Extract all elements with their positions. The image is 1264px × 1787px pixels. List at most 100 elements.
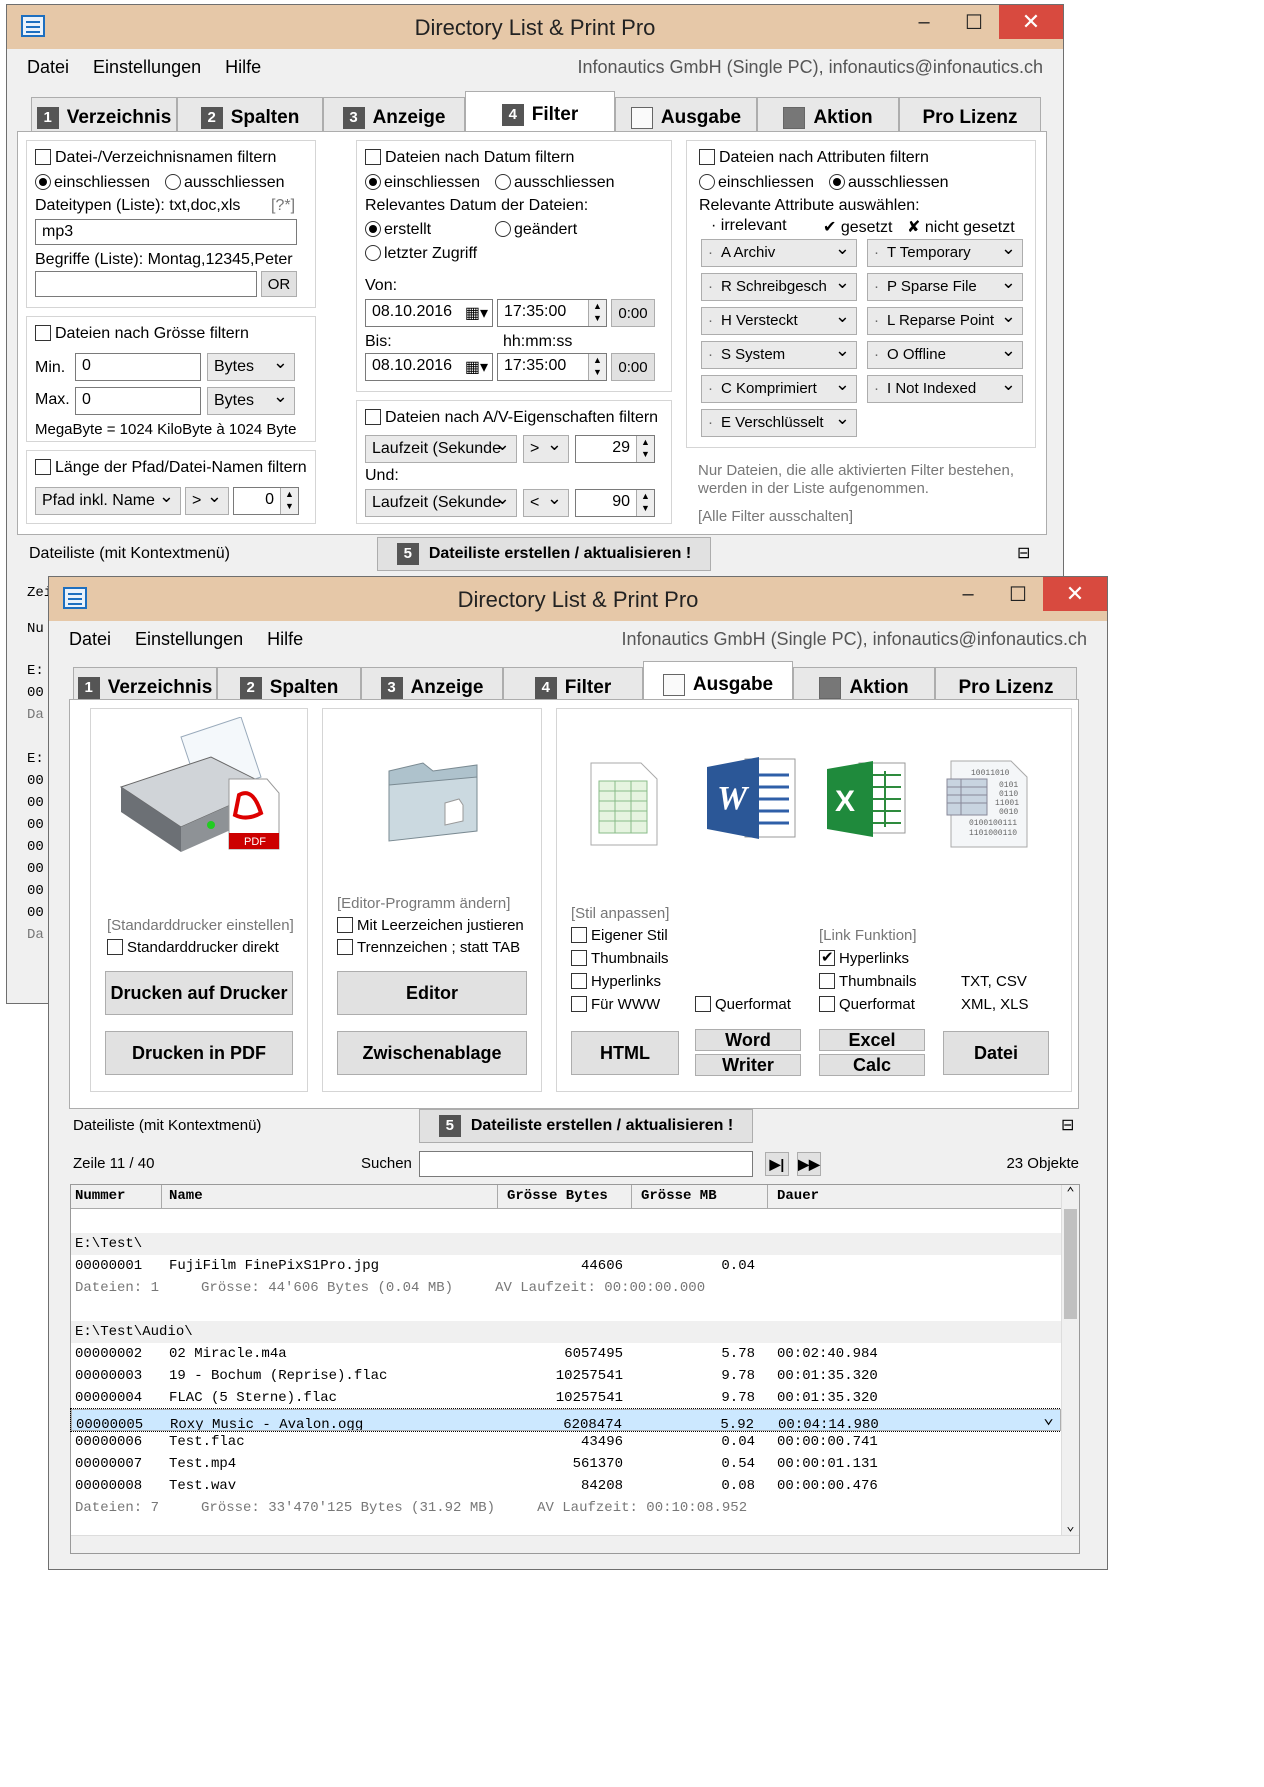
date-filter-checkbox[interactable]: Dateien nach Datum filtern: [365, 149, 574, 167]
find-last-button[interactable]: ▶▶: [797, 1152, 821, 1176]
spinner-icon[interactable]: ▲ ▼: [636, 436, 654, 462]
attr-select-left-1[interactable]: · R Schreibgesch: [701, 273, 857, 301]
av-filter-checkbox[interactable]: Dateien nach A/V-Eigenschaften filtern: [365, 409, 658, 427]
max-unit-select[interactable]: Bytes: [207, 387, 295, 415]
date-include-radio[interactable]: einschliessen: [365, 174, 480, 192]
last-access-radio[interactable]: letzter Zugriff: [365, 245, 477, 263]
spinner-icon[interactable]: ▲ ▼: [280, 488, 298, 514]
spinner-icon[interactable]: ▲ ▼: [588, 354, 606, 380]
create-list-button[interactable]: 5 Dateiliste erstellen / aktualisieren !: [377, 537, 711, 571]
attr-filter-checkbox[interactable]: Dateien nach Attributen filtern: [699, 149, 929, 167]
min-unit-select[interactable]: Bytes: [207, 353, 295, 381]
file-types-input[interactable]: mp3: [35, 219, 297, 245]
max-size-input[interactable]: 0: [75, 387, 201, 415]
path-operator-select[interactable]: >: [185, 487, 229, 515]
path-length-input[interactable]: 0 ▲ ▼: [233, 487, 299, 515]
attr-select-right-4[interactable]: · I Not Indexed: [867, 375, 1023, 403]
vertical-scrollbar[interactable]: ⌃ ⌄: [1061, 1185, 1079, 1535]
date-exclude-radio[interactable]: ausschliessen: [495, 174, 615, 192]
min-size-input[interactable]: 0: [75, 353, 201, 381]
editor-button[interactable]: Editor: [337, 971, 527, 1015]
excel-landscape-checkbox[interactable]: Querformat: [819, 996, 915, 1013]
include-radio[interactable]: einschliessen: [35, 174, 150, 192]
changed-radio[interactable]: geändert: [495, 221, 577, 239]
word-button[interactable]: Word: [695, 1029, 801, 1051]
attr-select-right-1[interactable]: · P Sparse File: [867, 273, 1023, 301]
from-reset-time-button[interactable]: 0:00: [611, 299, 655, 327]
from-date-picker[interactable]: 08.10.2016 ▦▾: [365, 299, 493, 327]
exclude-radio[interactable]: ausschliessen: [165, 174, 285, 192]
spinner-icon[interactable]: ▲ ▼: [588, 300, 606, 326]
default-printer-direct-checkbox[interactable]: Standarddrucker direkt: [107, 939, 279, 956]
clipboard-button[interactable]: Zwischenablage: [337, 1031, 527, 1075]
thumbnails-checkbox[interactable]: Thumbnails: [571, 950, 669, 967]
print-printer-button[interactable]: Drucken auf Drucker: [105, 971, 293, 1015]
print-pdf-button[interactable]: Drucken in PDF: [105, 1031, 293, 1075]
path-select[interactable]: Pfad inkl. Name: [35, 487, 181, 515]
name-filter-checkbox[interactable]: Datei-/Verzeichnisnamen filtern: [35, 149, 276, 167]
attr-select-left-0[interactable]: · A Archiv: [701, 239, 857, 267]
table-row[interactable]: 00000006 Test.flac 43496 0.04 00:00:00.741: [71, 1431, 1061, 1453]
table-row[interactable]: 00000005 Roxy Music - Avalon.ogg 6208474 5.…: [70, 1408, 1062, 1432]
attr-select-left-3[interactable]: · S System: [701, 341, 857, 369]
from-time-input[interactable]: 17:35:00 ▲ ▼: [497, 299, 607, 327]
spinner-icon[interactable]: ▲ ▼: [636, 490, 654, 516]
menu-datei[interactable]: Datei: [69, 629, 111, 650]
scroll-down-icon[interactable]: ⌄: [1062, 1518, 1079, 1535]
disable-all-filters-link[interactable]: [Alle Filter ausschalten]: [698, 508, 853, 525]
created-radio[interactable]: erstellt: [365, 221, 431, 239]
av-operator2-select[interactable]: <: [523, 489, 569, 517]
table-row[interactable]: 00000002 02 Miracle.m4a 6057495 5.78 00:02:4…: [71, 1343, 1061, 1365]
attr-select-right-2[interactable]: · L Reparse Point: [867, 307, 1023, 335]
attr-include-radio[interactable]: einschliessen: [699, 174, 814, 192]
wildcard-help-link[interactable]: [?*]: [271, 197, 295, 215]
calc-button[interactable]: Calc: [819, 1054, 925, 1076]
menu-datei[interactable]: Datei: [27, 57, 69, 78]
excel-hyperlinks-checkbox[interactable]: Hyperlinks: [819, 948, 909, 967]
size-filter-checkbox[interactable]: Dateien nach Grösse filtern: [35, 325, 249, 343]
attr-select-left-2[interactable]: · H Versteckt: [701, 307, 857, 335]
maximize-button[interactable]: ☐: [949, 5, 999, 39]
html-button[interactable]: HTML: [571, 1031, 679, 1075]
terms-input[interactable]: [35, 271, 257, 297]
horizontal-scrollbar[interactable]: [71, 1535, 1079, 1553]
pad-spaces-checkbox[interactable]: Mit Leerzeichen justieren: [337, 917, 524, 934]
create-list-button[interactable]: 5 Dateiliste erstellen / aktualisieren !: [419, 1109, 753, 1143]
find-next-button[interactable]: ▶|: [765, 1152, 789, 1176]
tab-separator-checkbox[interactable]: Trennzeichen ; statt TAB: [337, 939, 520, 956]
to-time-input[interactable]: 17:35:00 ▲ ▼: [497, 353, 607, 381]
table-row[interactable]: 00000001 FujiFilm FinePixS1Pro.jpg 44606 0.…: [71, 1255, 1061, 1277]
attr-select-right-0[interactable]: · T Temporary: [867, 239, 1023, 267]
col-nummer[interactable]: Nummer: [75, 1188, 125, 1204]
tree-icon[interactable]: ⊟: [1061, 1115, 1074, 1135]
minimize-button[interactable]: –: [943, 577, 993, 611]
table-row[interactable]: 00000003 19 - Bochum (Reprise).flac 102575…: [71, 1365, 1061, 1387]
attr-select-right-3[interactable]: · O Offline: [867, 341, 1023, 369]
table-row[interactable]: 00000008 Test.wav 84208 0.08 00:00:00.476: [71, 1475, 1061, 1497]
menu-einstellungen[interactable]: Einstellungen: [135, 629, 243, 650]
av-operator1-select[interactable]: >: [523, 435, 569, 463]
excel-thumbnails-checkbox[interactable]: Thumbnails: [819, 973, 917, 990]
change-editor-link[interactable]: [Editor-Programm ändern]: [337, 895, 510, 912]
word-landscape-checkbox[interactable]: Querformat: [695, 996, 791, 1013]
link-function-link[interactable]: [Link Funktion]: [819, 927, 917, 944]
own-style-checkbox[interactable]: Eigener Stil: [571, 927, 668, 944]
path-length-checkbox[interactable]: Länge der Pfad/Datei-Namen filtern: [35, 459, 307, 477]
close-button[interactable]: ✕: [1043, 577, 1107, 611]
menu-hilfe[interactable]: Hilfe: [267, 629, 303, 650]
av-property2-select[interactable]: Laufzeit (Sekunde: [365, 489, 517, 517]
to-date-picker[interactable]: 08.10.2016 ▦▾: [365, 353, 493, 381]
writer-button[interactable]: Writer: [695, 1054, 801, 1076]
col-size-bytes[interactable]: Grösse Bytes: [507, 1188, 608, 1204]
menu-einstellungen[interactable]: Einstellungen: [93, 57, 201, 78]
col-size-mb[interactable]: Grösse MB: [641, 1188, 717, 1204]
for-www-checkbox[interactable]: Für WWW: [571, 996, 660, 1013]
attr-select-left-4[interactable]: · C Komprimiert: [701, 375, 857, 403]
file-button[interactable]: Datei: [943, 1031, 1049, 1075]
table-row[interactable]: 00000004 FLAC (5 Sterne).flac 10257541 9.78…: [71, 1387, 1061, 1409]
attr-select-left-5[interactable]: · E Verschlüsselt: [701, 409, 857, 437]
menu-hilfe[interactable]: Hilfe: [225, 57, 261, 78]
style-adjust-link[interactable]: [Stil anpassen]: [571, 905, 669, 922]
av-property-select[interactable]: Laufzeit (Sekunde: [365, 435, 517, 463]
search-input[interactable]: [419, 1151, 753, 1177]
